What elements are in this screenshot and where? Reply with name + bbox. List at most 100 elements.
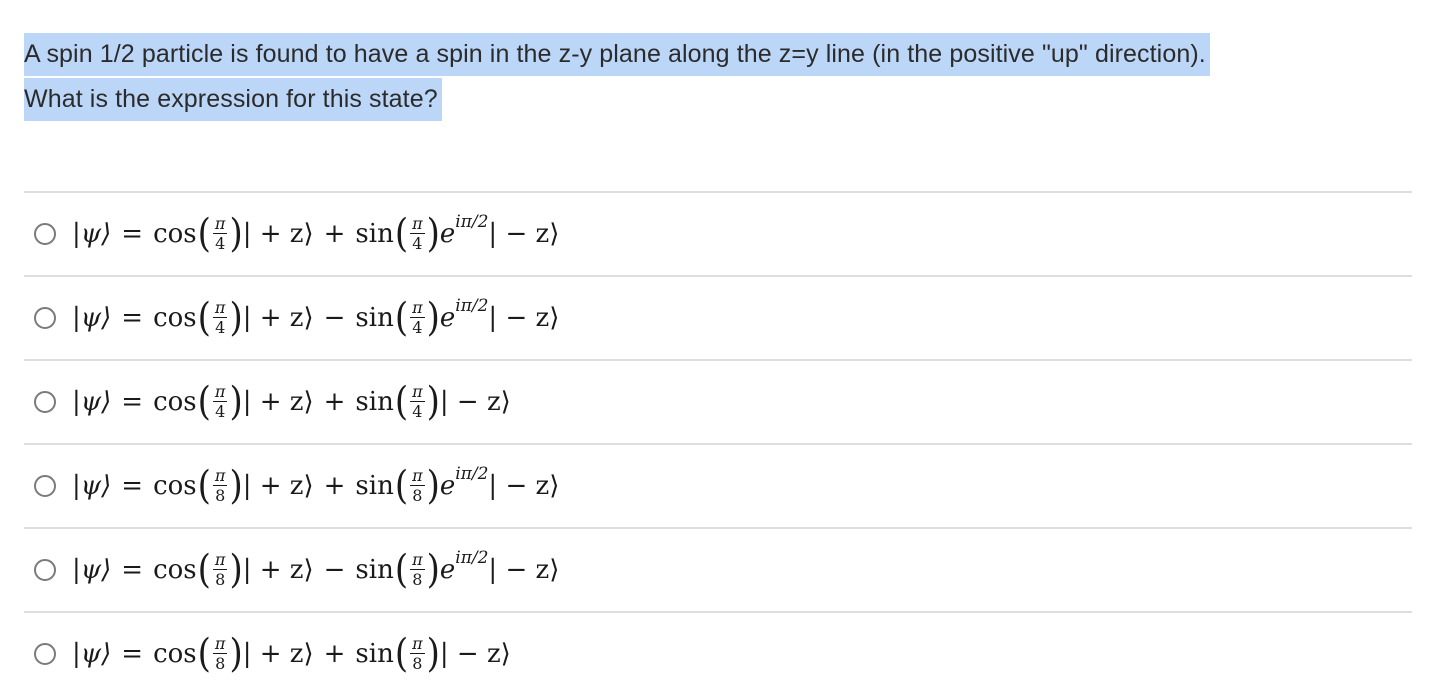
question-line-1: A spin 1/2 particle is found to have a s… xyxy=(24,32,1210,77)
option-formula: |ψ⟩ = cos ( π 8 ) | + z⟩ + sin ( π 8 ) e… xyxy=(72,463,560,509)
radio-button-icon[interactable] xyxy=(34,559,56,581)
cos-fraction: π 8 xyxy=(212,550,228,588)
right-paren: ) xyxy=(229,211,243,257)
option-formula: |ψ⟩ = cos ( π 4 ) | + z⟩ + sin ( π 4 ) |… xyxy=(72,379,511,425)
lhs-ket: |ψ⟩ xyxy=(72,639,112,669)
left-paren: ( xyxy=(197,631,211,677)
right-paren: ) xyxy=(426,211,440,257)
lhs-ket: |ψ⟩ xyxy=(72,471,112,501)
cos-numerator: π xyxy=(212,466,228,486)
sin-function: sin xyxy=(355,219,394,249)
sin-function: sin xyxy=(355,471,394,501)
answer-option-4[interactable]: |ψ⟩ = cos ( π 8 ) | + z⟩ + sin ( π 8 ) e… xyxy=(24,443,1412,527)
option-formula: |ψ⟩ = cos ( π 4 ) | + z⟩ + sin ( π 4 ) e… xyxy=(72,211,560,257)
radio-button-icon[interactable] xyxy=(34,391,56,413)
sin-fraction: π 8 xyxy=(410,552,425,588)
ket-plus-z: | + z⟩ xyxy=(242,219,314,249)
left-paren: ( xyxy=(394,631,409,677)
term-sign: + xyxy=(323,387,346,417)
left-paren: ( xyxy=(394,547,409,593)
phase-exponent: iπ/2 xyxy=(455,548,489,568)
sin-function: sin xyxy=(355,555,394,585)
sin-numerator: π xyxy=(410,466,425,486)
right-paren: ) xyxy=(229,295,243,341)
left-paren: ( xyxy=(197,463,211,509)
sin-function: sin xyxy=(355,303,394,333)
sin-numerator: π xyxy=(410,214,425,234)
ket-minus-z: | − z⟩ xyxy=(488,471,560,501)
sin-fraction: π 8 xyxy=(410,468,425,504)
equals-sign: = xyxy=(121,639,144,669)
question-text: A spin 1/2 particle is found to have a s… xyxy=(24,32,1210,122)
cos-fraction: π 8 xyxy=(212,634,228,672)
right-paren: ) xyxy=(426,547,440,593)
lhs-ket: |ψ⟩ xyxy=(72,387,112,417)
sin-denominator: 4 xyxy=(412,318,423,337)
term-sign: + xyxy=(323,219,346,249)
equals-sign: = xyxy=(121,387,144,417)
cos-function: cos xyxy=(153,303,197,333)
lhs-ket: |ψ⟩ xyxy=(72,555,112,585)
answer-option-2[interactable]: |ψ⟩ = cos ( π 4 ) | + z⟩ − sin ( π 4 ) e… xyxy=(24,275,1412,359)
cos-function: cos xyxy=(153,555,197,585)
sin-function: sin xyxy=(355,639,394,669)
equals-sign: = xyxy=(121,471,144,501)
radio-button-icon[interactable] xyxy=(34,223,56,245)
phase-exponent: iπ/2 xyxy=(455,296,489,316)
cos-function: cos xyxy=(153,471,197,501)
cos-function: cos xyxy=(153,639,197,669)
cos-fraction: π 4 xyxy=(212,216,228,253)
cos-function: cos xyxy=(153,219,197,249)
left-paren: ( xyxy=(394,295,409,341)
sin-numerator: π xyxy=(410,298,425,318)
question-line-1-text: A spin 1/2 particle is found to have a s… xyxy=(24,33,1210,76)
answer-option-1[interactable]: |ψ⟩ = cos ( π 4 ) | + z⟩ + sin ( π 4 ) e… xyxy=(24,191,1412,275)
right-paren: ) xyxy=(426,379,440,425)
left-paren: ( xyxy=(197,295,211,341)
right-paren: ) xyxy=(229,463,243,509)
ket-plus-z: | + z⟩ xyxy=(242,303,314,333)
phase-base: e xyxy=(439,303,456,333)
ket-minus-z: | − z⟩ xyxy=(488,219,560,249)
ket-minus-z: | − z⟩ xyxy=(439,639,511,669)
sin-denominator: 4 xyxy=(412,234,423,253)
cos-function: cos xyxy=(153,387,197,417)
sin-fraction: π 4 xyxy=(410,216,425,252)
right-paren: ) xyxy=(229,547,243,593)
cos-denominator: 4 xyxy=(215,234,226,253)
radio-button-icon[interactable] xyxy=(34,307,56,329)
phase-base: e xyxy=(439,219,456,249)
term-sign: − xyxy=(323,303,346,333)
lhs-ket: |ψ⟩ xyxy=(72,303,112,333)
term-sign: + xyxy=(323,471,346,501)
left-paren: ( xyxy=(394,463,409,509)
cos-fraction: π 4 xyxy=(212,300,228,336)
cos-numerator: π xyxy=(212,382,228,402)
term-sign: + xyxy=(323,639,346,669)
answer-option-6[interactable]: |ψ⟩ = cos ( π 8 ) | + z⟩ + sin ( π 8 ) |… xyxy=(24,611,1412,695)
sin-denominator: 4 xyxy=(412,402,423,421)
ket-minus-z: | − z⟩ xyxy=(488,555,560,585)
cos-numerator: π xyxy=(212,634,228,654)
cos-fraction: π 8 xyxy=(212,466,228,504)
equals-sign: = xyxy=(121,303,144,333)
ket-plus-z: | + z⟩ xyxy=(242,639,314,669)
phase-exponent: iπ/2 xyxy=(455,212,489,232)
left-paren: ( xyxy=(394,211,409,257)
question-line-2-text: What is the expression for this state? xyxy=(24,78,442,121)
cos-numerator: π xyxy=(212,550,228,570)
sin-denominator: 8 xyxy=(412,570,423,589)
left-paren: ( xyxy=(197,379,211,425)
sin-fraction: π 4 xyxy=(410,300,425,336)
radio-button-icon[interactable] xyxy=(34,643,56,665)
answer-option-3[interactable]: |ψ⟩ = cos ( π 4 ) | + z⟩ + sin ( π 4 ) |… xyxy=(24,359,1412,443)
right-paren: ) xyxy=(229,631,243,677)
sin-numerator: π xyxy=(410,634,425,654)
sin-denominator: 8 xyxy=(412,654,423,673)
phase-base: e xyxy=(439,555,456,585)
radio-button-icon[interactable] xyxy=(34,475,56,497)
sin-numerator: π xyxy=(410,382,425,402)
ket-plus-z: | + z⟩ xyxy=(242,387,314,417)
phase-exponent: iπ/2 xyxy=(455,464,489,484)
answer-option-5[interactable]: |ψ⟩ = cos ( π 8 ) | + z⟩ − sin ( π 8 ) e… xyxy=(24,527,1412,611)
